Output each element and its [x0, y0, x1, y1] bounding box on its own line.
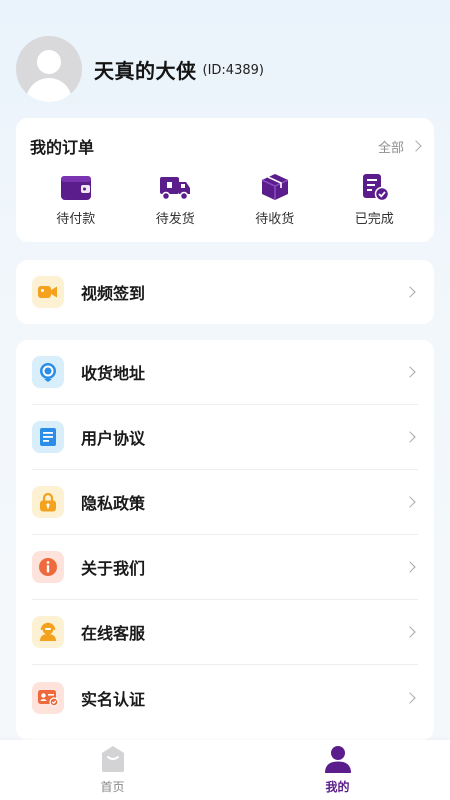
customer-service-icon [32, 616, 64, 648]
order-pending-receipt[interactable]: 待收货 [235, 172, 315, 227]
order-label: 待发货 [155, 212, 195, 227]
wallet-icon [60, 176, 91, 200]
username: 天真的大侠 [94, 58, 197, 83]
orders-card: 我的订单 全部 待付款 待发货 待收货 已完成 [16, 118, 434, 242]
bottom-tab-bar: 首页 我的 [0, 740, 450, 800]
menu-item-video-checkin[interactable]: 视频签到 [32, 260, 418, 325]
chevron-right-icon [404, 691, 416, 704]
info-icon [32, 551, 64, 583]
package-icon [261, 174, 289, 200]
document-icon [32, 421, 64, 453]
tab-home-label: 首页 [100, 780, 125, 794]
menu-item-online-service[interactable]: 在线客服 [32, 600, 418, 665]
menu-item-user-agreement[interactable]: 用户协议 [32, 405, 418, 470]
tab-home[interactable]: 首页 [0, 740, 225, 800]
menu-item-label: 用户协议 [81, 429, 146, 448]
user-id: (ID:4389) [202, 63, 264, 78]
order-pending-shipment[interactable]: 待发货 [135, 172, 215, 227]
completed-doc-icon [363, 174, 390, 202]
lock-icon [32, 486, 64, 518]
menu-item-label: 实名认证 [81, 689, 146, 709]
menu-item-label: 隐私政策 [81, 494, 146, 513]
chevron-right-icon [404, 366, 416, 378]
menu-item-label: 在线客服 [81, 624, 146, 643]
chevron-right-icon [404, 431, 416, 443]
chevron-right-icon [404, 496, 416, 508]
video-camera-icon [32, 276, 64, 308]
menu-item-privacy-policy[interactable]: 隐私政策 [32, 470, 418, 535]
user-icon [324, 746, 351, 773]
truck-icon [160, 177, 191, 201]
menu-item-label: 视频签到 [81, 284, 146, 303]
orders-all-link[interactable]: 全部 [377, 137, 422, 156]
chevron-right-icon [404, 626, 416, 638]
menu-item-real-name-verification[interactable]: 实名认证 [32, 665, 418, 730]
orders-title: 我的订单 [30, 138, 95, 157]
order-completed[interactable]: 已完成 [334, 172, 414, 227]
chevron-right-icon [404, 286, 416, 298]
video-checkin-card: 视频签到 [16, 260, 434, 324]
tab-mine[interactable]: 我的 [225, 740, 450, 800]
order-label: 待收货 [255, 212, 295, 227]
order-pending-payment[interactable]: 待付款 [36, 172, 116, 227]
menu-item-about-us[interactable]: 关于我们 [32, 535, 418, 600]
menu-item-shipping-address[interactable]: 收货地址 [32, 340, 418, 405]
chevron-right-icon [410, 140, 422, 152]
settings-list-card: 收货地址 用户协议 隐私政策 关于我们 在线客服 实名认证 [16, 340, 434, 740]
tab-mine-label: 我的 [325, 780, 350, 794]
id-card-icon [32, 681, 64, 714]
order-label: 已完成 [354, 212, 394, 227]
order-label: 待付款 [56, 212, 96, 227]
orders-all-label: 全部 [377, 140, 404, 156]
avatar[interactable] [16, 36, 82, 102]
home-icon [101, 746, 124, 772]
menu-item-label: 关于我们 [81, 559, 146, 578]
menu-item-label: 收货地址 [81, 364, 146, 383]
location-pin-icon [32, 356, 64, 388]
chevron-right-icon [404, 561, 416, 573]
profile-header[interactable]: 天真的大侠 (ID:4389) [16, 36, 264, 102]
